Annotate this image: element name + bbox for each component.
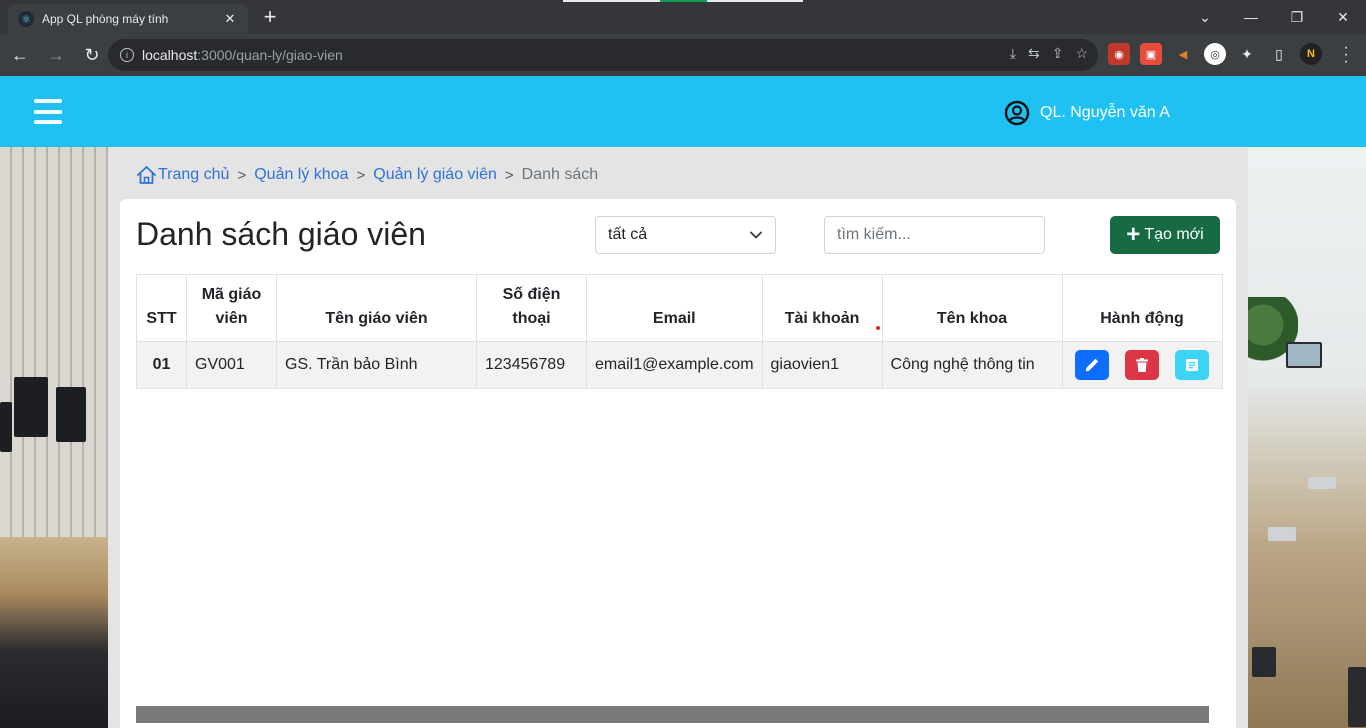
restore-button[interactable]: ❐ xyxy=(1274,0,1320,34)
extension-icon[interactable]: ◉ xyxy=(1108,43,1130,65)
url-host: localhost xyxy=(142,47,198,63)
share-icon[interactable]: ⇪ xyxy=(1052,45,1064,62)
background-monitor xyxy=(1348,667,1366,727)
edit-button[interactable] xyxy=(1075,350,1110,380)
home-icon[interactable] xyxy=(136,165,157,185)
react-icon: ⚛ xyxy=(18,11,34,27)
user-name: QL. Nguyễn văn A xyxy=(1040,104,1170,121)
new-tab-button[interactable]: + xyxy=(258,6,282,30)
browser-tab[interactable]: ⚛ App QL phòng máy tính ✕ xyxy=(8,4,248,34)
tab-title: App QL phòng máy tính xyxy=(42,12,169,26)
browser-toolbar: ← → ↻ i localhost:3000/quan-ly/giao-vien… xyxy=(0,34,1366,76)
detail-button[interactable] xyxy=(1175,350,1210,380)
browser-tabstrip: ⚛ App QL phòng máy tính ✕ + ⌄ — ❐ ✕ xyxy=(0,0,1366,34)
breadcrumb-separator: > xyxy=(356,166,366,184)
tabstrip-decoration-accent xyxy=(660,0,707,2)
translate-icon[interactable]: ⇆ xyxy=(1028,45,1040,62)
tab-close-icon[interactable]: ✕ xyxy=(222,11,238,27)
browser-menu-icon[interactable]: · · · xyxy=(1336,40,1356,70)
url-path: :3000/quan-ly/giao-vien xyxy=(197,47,343,63)
column-header-khoa: Tên khoa xyxy=(881,274,1063,342)
main-content: Trang chủ > Quản lý khoa > Quản lý giáo … xyxy=(108,147,1248,728)
extensions-bar: ◉ ▣ ◀ ◎ ✦ ▯ N xyxy=(1108,43,1322,65)
breadcrumb-khoa[interactable]: Quản lý khoa xyxy=(254,166,348,184)
column-header-actions: Hành động xyxy=(1061,274,1223,342)
pencil-icon xyxy=(1085,358,1099,372)
table-row: 01 GV001 GS. Trần bảo Bình 123456789 ema… xyxy=(136,341,1223,389)
background-desk xyxy=(0,537,108,728)
background-monitor xyxy=(14,377,48,437)
create-button[interactable]: + Tạo mới xyxy=(1110,216,1220,254)
teacher-table: STT Mã giáo viên Tên giáo viên Số điện t… xyxy=(136,274,1223,389)
background-monitor xyxy=(56,387,86,442)
bookmark-star-icon[interactable]: ☆ xyxy=(1075,45,1088,62)
cell-stt: 01 xyxy=(136,341,187,389)
trash-icon xyxy=(1136,358,1149,372)
breadcrumb-giao-vien[interactable]: Quản lý giáo viên xyxy=(373,166,497,184)
address-bar[interactable]: i localhost:3000/quan-ly/giao-vien ⤓ ⇆ ⇪… xyxy=(108,39,1098,71)
column-header-tai-khoan: Tài khoản xyxy=(761,274,883,342)
list-card: Danh sách giáo viên tất cả + Tạo mới STT… xyxy=(120,199,1236,728)
background-keyboard xyxy=(1308,477,1336,489)
user-circle-icon xyxy=(1004,100,1030,126)
column-header-ten: Tên giáo viên xyxy=(276,274,477,342)
cell-khoa: Công nghệ thông tin xyxy=(881,341,1063,389)
breadcrumb-separator: > xyxy=(237,166,247,184)
khoa-filter-select[interactable]: tất cả xyxy=(595,216,776,254)
forward-icon[interactable]: → xyxy=(40,39,72,71)
delete-button[interactable] xyxy=(1125,350,1160,380)
page: QL. Nguyễn văn A Trang chủ > Quản lý kho… xyxy=(0,76,1366,728)
minimize-button[interactable]: — xyxy=(1228,0,1274,34)
tab-search-icon[interactable]: ⌄ xyxy=(1182,0,1228,34)
background-monitor xyxy=(1286,342,1322,368)
app-header: QL. Nguyễn văn A xyxy=(0,76,1366,147)
reload-icon[interactable]: ↻ xyxy=(76,39,108,71)
document-icon xyxy=(1186,359,1199,371)
chevron-down-icon xyxy=(750,231,762,239)
omnibox-actions: ⤓ ⇆ ⇪ ☆ xyxy=(1010,45,1088,62)
extension-icon[interactable]: ◀ xyxy=(1172,43,1194,65)
create-button-label: Tạo mới xyxy=(1144,226,1204,243)
column-header-stt: STT xyxy=(136,274,187,342)
column-header-ma: Mã giáo viên xyxy=(186,274,277,342)
column-header-email: Email xyxy=(586,274,763,342)
marker-dot xyxy=(876,326,880,330)
menu-icon[interactable] xyxy=(34,99,62,124)
install-icon[interactable]: ⤓ xyxy=(1010,45,1016,62)
breadcrumb-separator: > xyxy=(504,166,514,184)
filter-value: tất cả xyxy=(608,226,648,243)
page-title: Danh sách giáo viên xyxy=(136,216,426,252)
background-monitor xyxy=(0,402,12,452)
background-right xyxy=(1248,147,1366,728)
site-info-icon[interactable]: i xyxy=(120,48,134,62)
profile-avatar[interactable]: N xyxy=(1300,43,1322,65)
extension-icon[interactable]: ▣ xyxy=(1140,43,1162,65)
window-controls: ⌄ — ❐ ✕ xyxy=(1182,0,1366,34)
background-keyboard xyxy=(1268,527,1296,541)
breadcrumb-home[interactable]: Trang chủ xyxy=(158,166,229,184)
side-panel-icon[interactable]: ▯ xyxy=(1268,43,1290,65)
background-left xyxy=(0,147,108,728)
extension-icon[interactable]: ◎ xyxy=(1204,43,1226,65)
search-input[interactable] xyxy=(824,216,1045,254)
cell-actions xyxy=(1061,341,1223,389)
table-header-row: STT Mã giáo viên Tên giáo viên Số điện t… xyxy=(136,274,1223,342)
back-icon[interactable]: ← xyxy=(4,39,36,71)
horizontal-scrollbar[interactable] xyxy=(136,706,1209,723)
background-monitor xyxy=(1252,647,1276,677)
cell-ten: GS. Trần bảo Bình xyxy=(276,341,477,389)
puzzle-icon[interactable]: ✦ xyxy=(1236,43,1258,65)
breadcrumb-current: Danh sách xyxy=(521,166,599,183)
column-header-sdt: Số điện thoại xyxy=(476,274,587,342)
row-actions xyxy=(1071,350,1214,380)
user-menu[interactable]: QL. Nguyễn văn A xyxy=(1004,100,1170,126)
cell-tai-khoan: giaovien1 xyxy=(761,341,883,389)
cell-ma: GV001 xyxy=(186,341,277,389)
close-window-button[interactable]: ✕ xyxy=(1320,0,1366,34)
plus-icon: + xyxy=(1126,221,1141,248)
cell-sdt: 123456789 xyxy=(476,341,587,389)
cell-email: email1@example.com xyxy=(586,341,763,389)
breadcrumb: Trang chủ > Quản lý khoa > Quản lý giáo … xyxy=(136,165,598,185)
